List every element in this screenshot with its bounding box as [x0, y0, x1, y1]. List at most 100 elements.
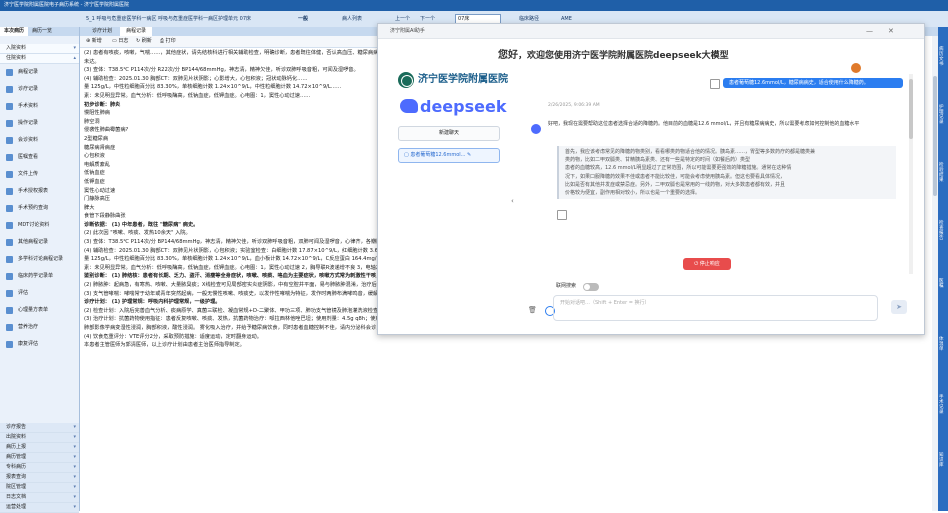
sidebar-item-label: 其他病程记录 [18, 239, 49, 245]
sidebar-item-14[interactable]: 心理量方表单 [0, 302, 79, 319]
ai-avatar [531, 124, 541, 134]
deepseek-logo: deepseek [400, 96, 506, 118]
sidebar-item-11[interactable]: 多学科讨论病程记录 [0, 251, 79, 268]
sidebar-item-label: 病程记录 [18, 69, 39, 75]
sidebar-item-icon [6, 120, 13, 127]
sidebar-item-16[interactable]: 康复评估 [0, 336, 79, 353]
net-search-label: 联网搜索 [556, 283, 577, 289]
patient-list-button[interactable]: 病人列表 [342, 13, 362, 25]
sidebar-item-12[interactable]: 临床药学记录单 [0, 268, 79, 285]
minimize-icon[interactable]: — [866, 24, 873, 38]
chat-history-panel: 济宁医学院附属医院 deepseek 新建聊天 ▢ 患者葡萄糖12.6mmol.… [390, 66, 510, 326]
sidebar-item-label: MDT讨论资料 [18, 222, 50, 228]
chevron-up-icon: ▴ [73, 55, 76, 61]
sidebar-item-label: 临床药学记录单 [18, 273, 54, 279]
sidebar-item-icon [6, 137, 13, 144]
sidebar-item-15[interactable]: 营养治疗 [0, 319, 79, 336]
send-icon[interactable]: ➤ [891, 300, 907, 314]
sidebar-item-icon [6, 324, 13, 331]
sidebar-item-0[interactable]: 病程记录 [0, 64, 79, 81]
thinking-line: 况下，如果口服降糖药效果不佳或患者不能比较佳，可能会考虑使用胰岛素。但这也要看具… [565, 173, 786, 180]
chevron-down-icon: ▾ [73, 45, 76, 51]
chat-history-item[interactable]: ▢ 患者葡萄糖12.6mmol... ✎ [398, 148, 500, 163]
tab-record-overview[interactable]: 病历一览 [28, 27, 56, 36]
sidebar-group-bottom-5[interactable]: 报表查询 ▾ [0, 473, 79, 483]
dialog-scrollbar[interactable] [909, 74, 913, 274]
sidebar-item-7[interactable]: 手术授权报表 [0, 183, 79, 200]
sidebar-group-inpatient[interactable]: 住院资料 ▴ [0, 54, 79, 64]
sidebar-group-bottom-0[interactable]: 诊疗报告 ▾ [0, 423, 79, 433]
net-search-toggle[interactable] [583, 283, 599, 291]
right-bar-item-6[interactable]: 手术记录 [939, 395, 947, 415]
stop-response-button[interactable]: ⏻ 停止响应 [683, 258, 731, 270]
right-bar-item-4[interactable]: 医嘱 [939, 279, 947, 289]
right-side-bar: 病历文书护理记录检验结果检查报告医嘱体温单手术记录知识库 [938, 27, 948, 511]
print-button[interactable]: ⎙ 打印 [160, 36, 176, 47]
sidebar-group-bottom-4[interactable]: 专科病历 ▾ [0, 463, 79, 473]
hospital-logo: 济宁医学院附属医院 [398, 72, 508, 90]
sidebar-group-bottom-2[interactable]: 病历上报 ▾ [0, 443, 79, 453]
new-chat-button[interactable]: 新建聊天 [398, 126, 500, 141]
sidebar-item-label: 会诊资料 [18, 137, 39, 143]
welcome-message: 您好，欢迎您使用济宁医学院附属医院deepseek大模型 [498, 50, 729, 61]
right-bar-item-5[interactable]: 体温单 [939, 337, 947, 352]
right-bar-item-2[interactable]: 检验结果 [939, 163, 947, 183]
close-icon[interactable]: ✕ [888, 24, 894, 38]
copy-icon[interactable] [710, 79, 720, 89]
right-bar-item-0[interactable]: 病历文书 [939, 47, 947, 67]
document-line: 本患者主管医师为郭清医师，以上诊疗计划由患者主治医师指导制定。 [84, 342, 245, 349]
sidebar-item-10[interactable]: 其他病程记录 [0, 234, 79, 251]
refresh-button[interactable]: ↻ 刷新 [136, 36, 152, 47]
tab-treatment-plan[interactable]: 诊疗计划 [86, 27, 118, 36]
right-bar-item-3[interactable]: 检查报告 [939, 221, 947, 241]
sidebar-item-5[interactable]: 医嘱查看 [0, 149, 79, 166]
sidebar-item-icon [6, 86, 13, 93]
sidebar-item-9[interactable]: MDT讨论资料 [0, 217, 79, 234]
tab-progress-note[interactable]: 病程记录 [120, 27, 153, 36]
dialog-title: 济宁附属AI助手 [390, 28, 425, 34]
sidebar-item-6[interactable]: 文件上传 [0, 166, 79, 183]
sidebar-item-label: 文件上传 [18, 171, 39, 177]
thinking-line: 价格较为便宜，副作用相对较小，所以也是一个重要的选择。 [565, 190, 701, 197]
sidebar-item-label: 康复评估 [18, 341, 39, 347]
add-button[interactable]: ⊕ 新增 [86, 36, 102, 47]
right-bar-item-1[interactable]: 护理记录 [939, 105, 947, 125]
collapse-sidebar-icon[interactable]: ‹ [511, 194, 519, 208]
sidebar-group-admission[interactable]: 入院资料 ▾ [0, 44, 79, 54]
sidebar-group-bottom-1[interactable]: 出院资料 ▾ [0, 433, 79, 443]
sidebar-item-label: 诊疗记录 [18, 86, 39, 92]
window-title: 济宁医学院附属医院电子病历系统 - 济宁医学院附属医院 [4, 2, 129, 8]
left-sidebar: 本次病历 病历一览 入院资料 ▾ 住院资料 ▴ 病程记录诊疗记录手术资料操作记录会诊… [0, 27, 80, 513]
sidebar-item-label: 手术授权报表 [18, 188, 49, 194]
trash-icon[interactable]: 🗑 [528, 306, 537, 314]
chevron-down-icon: ▾ [73, 484, 76, 490]
sidebar-item-label: 手术预约查询 [18, 205, 49, 211]
sidebar-item-8[interactable]: 手术预约查询 [0, 200, 79, 217]
sidebar-group-bottom-7[interactable]: 日志文档 ▾ [0, 493, 79, 503]
patient-info: 5_1 呼吸与危重症医学科一病区 呼吸与危重症医学科一病区护理单元 07床 [86, 16, 251, 22]
sidebar-item-2[interactable]: 手术资料 [0, 98, 79, 115]
tab-current-record[interactable]: 本次病历 [0, 27, 29, 36]
sidebar-item-label: 操作记录 [18, 120, 39, 126]
sidebar-item-3[interactable]: 操作记录 [0, 115, 79, 132]
sidebar-group-bottom-6[interactable]: 院区管理 ▾ [0, 483, 79, 493]
window-title-bar: 济宁医学院附属医院电子病历系统 - 济宁医学院附属医院 [0, 0, 948, 11]
sidebar-group-bottom-3[interactable]: 病历管理 ▾ [0, 453, 79, 463]
copy-answer-icon[interactable] [557, 210, 567, 220]
thinking-line: 首先，我应该考虑常见的降糖药物类别，看看哪类药物适合他的情况。胰岛素……，胃型等… [565, 149, 816, 155]
sidebar-item-label: 手术资料 [18, 103, 39, 109]
chat-input[interactable]: 开始对话吧…（Shift + Enter = 换行） [553, 295, 878, 321]
chevron-down-icon: ▾ [73, 424, 76, 430]
sidebar-group-bottom-8[interactable]: 运营处理 ▾ [0, 503, 79, 513]
log-button[interactable]: ▭ 日志 [112, 36, 128, 47]
chat-main: 患者葡萄糖12.6mmol/L，糖尿病病史，适合使用什么降糖药。 2/26/20… [523, 66, 907, 331]
sidebar-item-13[interactable]: 评估 [0, 285, 79, 302]
thinking-line: 类药物，比如二甲双胍类、甘精胰岛素类、还有一些是特定的时间（如餐后药）类型 [565, 157, 751, 164]
sidebar-item-icon [6, 103, 13, 110]
sidebar-item-icon [6, 205, 13, 212]
edit-icon[interactable]: ✎ [467, 152, 471, 158]
sidebar-item-4[interactable]: 会诊资料 [0, 132, 79, 149]
sidebar-item-icon [6, 307, 13, 314]
right-bar-item-7[interactable]: 知识库 [939, 453, 947, 468]
sidebar-item-1[interactable]: 诊疗记录 [0, 81, 79, 98]
